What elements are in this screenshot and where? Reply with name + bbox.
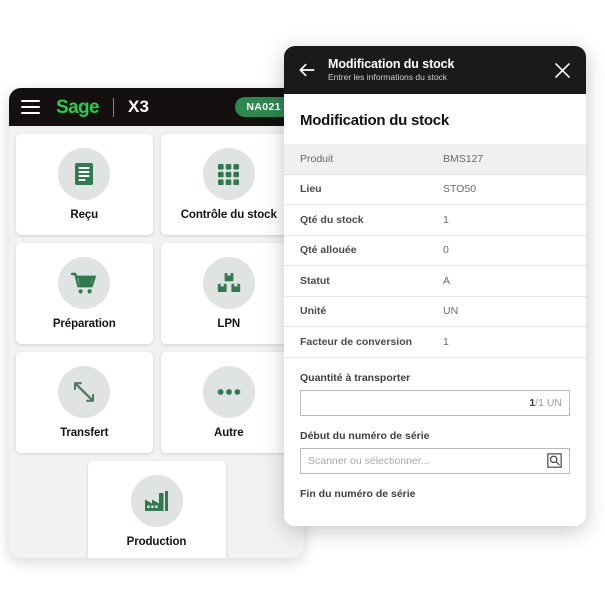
row-value: A bbox=[443, 274, 451, 287]
tile-row-3: Transfert Autre bbox=[16, 352, 297, 453]
quantity-input[interactable]: 1/1 UN bbox=[300, 389, 570, 416]
sage-x3-app-window: Sage X3 NA021 Reçu Contrôle du stock Pré… bbox=[9, 88, 304, 558]
stacked-boxes-icon bbox=[217, 272, 240, 292]
hamburger-menu-icon[interactable] bbox=[21, 100, 40, 114]
quantity-field-label: Quantité à transporter bbox=[300, 371, 411, 384]
tile-icon-wrapper bbox=[202, 366, 255, 418]
row-value: 0 bbox=[443, 244, 449, 257]
row-label: Facteur de conversion bbox=[300, 335, 413, 348]
tile-label: Reçu bbox=[70, 209, 99, 221]
tile-grid: Reçu Contrôle du stock Préparation LPN T… bbox=[9, 126, 304, 558]
modal-header: Modification du stock Entrer les informa… bbox=[284, 46, 586, 94]
modal-header-subtitle: Entrer les informations du stock bbox=[328, 72, 448, 83]
table-row: Facteur de conversion 1 bbox=[284, 327, 586, 358]
tile-icon-wrapper bbox=[130, 475, 183, 527]
modal-header-text: Modification du stock Entrer les informa… bbox=[328, 57, 541, 83]
tile-label: Préparation bbox=[52, 318, 116, 330]
document-receipt-icon bbox=[75, 163, 94, 185]
ellipsis-icon bbox=[217, 389, 241, 395]
sage-logo: Sage bbox=[56, 96, 100, 118]
tile-row-1: Reçu Contrôle du stock bbox=[16, 134, 297, 235]
transfer-arrows-icon bbox=[74, 382, 95, 402]
back-arrow-icon[interactable] bbox=[297, 60, 317, 80]
row-value: BMS127 bbox=[443, 152, 484, 165]
serial-start-field-label: Début du numéro de série bbox=[300, 429, 430, 442]
serial-end-field-label: Fin du numéro de série bbox=[300, 487, 416, 500]
table-row: Produit BMS127 bbox=[284, 144, 586, 175]
table-row: Unité UN bbox=[284, 297, 586, 327]
tile-icon-wrapper bbox=[58, 366, 111, 418]
row-label: Unité bbox=[300, 305, 327, 318]
serial-start-input[interactable]: Scanner ou sélectionner... bbox=[300, 447, 570, 474]
tile-icon-wrapper bbox=[202, 148, 255, 200]
header-divider bbox=[113, 97, 115, 117]
tile-autre[interactable]: Autre bbox=[160, 352, 297, 453]
row-label: Lieu bbox=[300, 183, 322, 196]
tile-row-2: Préparation LPN bbox=[16, 243, 297, 344]
modal-form: Quantité à transporter 1/1 UN Début du n… bbox=[284, 358, 586, 500]
tile-label: LPN bbox=[217, 318, 241, 330]
tile-preparation[interactable]: Préparation bbox=[16, 243, 153, 344]
tile-icon-wrapper bbox=[58, 148, 111, 200]
row-value: UN bbox=[443, 305, 459, 318]
tile-label: Transfert bbox=[60, 427, 109, 439]
grid-nine-squares-icon bbox=[218, 163, 240, 185]
serial-start-placeholder: Scanner ou sélectionner... bbox=[308, 454, 430, 467]
modal-header-title: Modification du stock bbox=[328, 56, 455, 71]
factory-icon bbox=[145, 491, 168, 511]
stock-info-table: Produit BMS127 Lieu STO50 Qté du stock 1… bbox=[284, 144, 586, 358]
table-row: Qté du stock 1 bbox=[284, 205, 586, 236]
tile-icon-wrapper bbox=[58, 257, 111, 309]
row-label: Qté du stock bbox=[300, 213, 364, 226]
app-header-bar: Sage X3 NA021 bbox=[9, 88, 304, 126]
tile-lpn[interactable]: LPN bbox=[160, 243, 297, 344]
tile-production[interactable]: Production bbox=[87, 461, 226, 558]
search-icon[interactable] bbox=[547, 453, 562, 468]
shopping-cart-icon bbox=[71, 272, 97, 293]
stock-modification-modal: Modification du stock Entrer les informa… bbox=[284, 46, 586, 526]
row-value: 1 bbox=[443, 335, 449, 348]
table-row: Lieu STO50 bbox=[284, 175, 586, 205]
row-value: 1 bbox=[443, 213, 449, 226]
product-name-label: X3 bbox=[128, 97, 150, 116]
row-label: Qté allouée bbox=[300, 244, 357, 257]
page-title: Modification du stock bbox=[300, 112, 449, 129]
tile-recu[interactable]: Reçu bbox=[16, 134, 153, 235]
tile-row-4: Production bbox=[16, 461, 297, 558]
tile-transfert[interactable]: Transfert bbox=[16, 352, 153, 453]
tile-label: Autre bbox=[213, 427, 244, 439]
tile-label: Contrôle du stock bbox=[180, 209, 277, 221]
tile-icon-wrapper bbox=[202, 257, 255, 309]
row-label: Statut bbox=[300, 274, 330, 287]
quantity-input-suffix: 1/1 UN bbox=[529, 397, 562, 409]
table-row: Qté allouée 0 bbox=[284, 236, 586, 266]
row-label: Produit bbox=[300, 152, 334, 165]
tile-label: Production bbox=[126, 536, 187, 548]
tile-controle-du-stock[interactable]: Contrôle du stock bbox=[160, 134, 297, 235]
quantity-total: /1 UN bbox=[535, 396, 562, 409]
modal-body: Modification du stock Produit BMS127 Lie… bbox=[284, 94, 586, 526]
table-row: Statut A bbox=[284, 266, 586, 297]
close-icon[interactable] bbox=[552, 60, 573, 81]
row-value: STO50 bbox=[443, 183, 477, 196]
screenshot-root: Sage X3 NA021 Reçu Contrôle du stock Pré… bbox=[0, 0, 605, 605]
